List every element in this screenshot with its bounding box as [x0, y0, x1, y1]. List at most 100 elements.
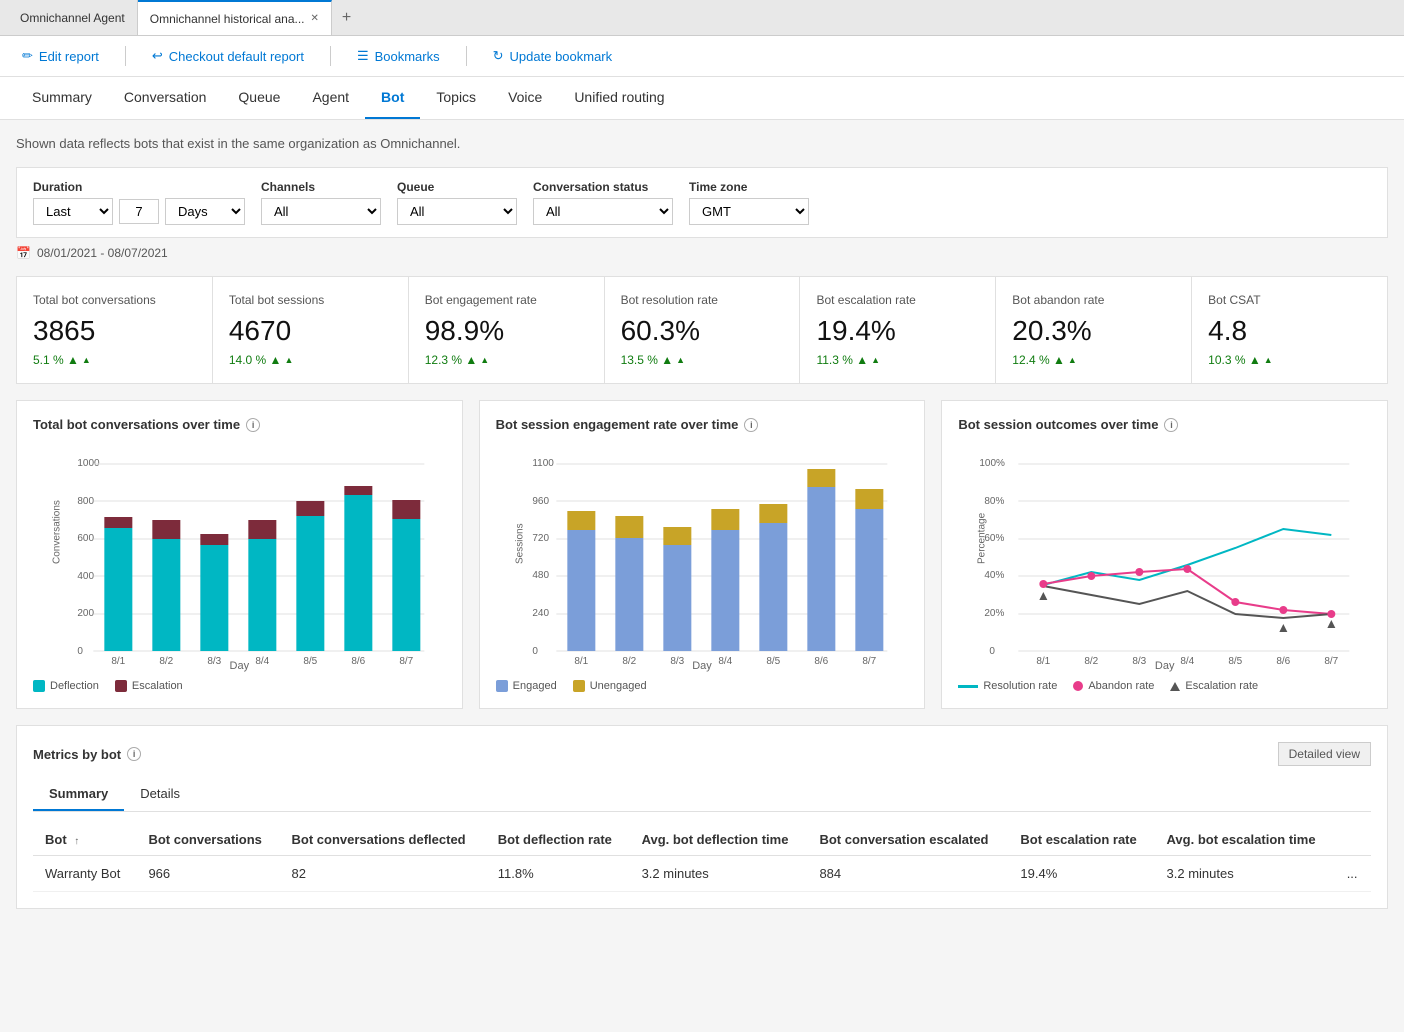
timezone-filter: Time zone GMT	[689, 180, 809, 225]
svg-text:8/1: 8/1	[1037, 656, 1051, 664]
checkout-default-button[interactable]: ↩ Checkout default report	[146, 44, 310, 68]
browser-tab-bar: Omnichannel Agent Omnichannel historical…	[0, 0, 1404, 36]
col-avg-deflection-time[interactable]: Avg. bot deflection time	[630, 824, 808, 856]
toolbar-divider-2	[330, 46, 331, 66]
tab-queue[interactable]: Queue	[222, 77, 296, 119]
cell-deflected: 82	[280, 856, 486, 892]
svg-text:8/3: 8/3	[207, 656, 221, 664]
chart-area: 0 20% 40% 60% 80% 100% Percentage	[958, 444, 1371, 664]
detailed-view-button[interactable]: Detailed view	[1278, 742, 1371, 766]
kpi-row: Total bot conversations 3865 5.1 % ▲ Tot…	[16, 276, 1388, 384]
col-bot-deflection-rate[interactable]: Bot deflection rate	[486, 824, 630, 856]
queue-select[interactable]: All	[397, 198, 517, 225]
svg-text:8/7: 8/7	[399, 656, 413, 664]
tab-voice[interactable]: Voice	[492, 77, 558, 119]
col-bot[interactable]: Bot ↑	[33, 824, 136, 856]
svg-text:800: 800	[77, 496, 94, 507]
col-bot-conversations[interactable]: Bot conversations	[136, 824, 279, 856]
toolbar-divider-1	[125, 46, 126, 66]
legend-escalation: Escalation	[115, 680, 183, 692]
update-bookmark-button[interactable]: ↻ Update bookmark	[487, 44, 619, 68]
svg-text:80%: 80%	[985, 496, 1005, 507]
legend-abandon-rate: Abandon rate	[1073, 680, 1154, 692]
add-tab-button[interactable]: +	[332, 9, 361, 27]
svg-text:0: 0	[77, 646, 83, 657]
col-more	[1335, 824, 1371, 856]
kpi-bot-abandon-rate: Bot abandon rate 20.3% 12.4 % ▲	[996, 277, 1192, 383]
svg-text:8/4: 8/4	[1181, 656, 1195, 664]
chart-area: 0 240 480 720 960 1100 Sessions	[496, 444, 909, 664]
chart-bot-outcomes: Bot session outcomes over time i 0 20% 4…	[941, 400, 1388, 709]
table-tab-details[interactable]: Details	[124, 778, 196, 811]
svg-text:8/4: 8/4	[255, 656, 269, 664]
conv-status-select[interactable]: All	[533, 198, 673, 225]
svg-text:960: 960	[532, 496, 549, 507]
kpi-value: 98.9%	[425, 315, 588, 347]
svg-text:8/7: 8/7	[1325, 656, 1339, 664]
tab-topics[interactable]: Topics	[420, 77, 492, 119]
cell-bot-name: Warranty Bot	[33, 856, 136, 892]
kpi-trend: 13.5 % ▲	[621, 353, 784, 367]
col-avg-escalation-time[interactable]: Avg. bot escalation time	[1155, 824, 1335, 856]
kpi-value: 60.3%	[621, 315, 784, 347]
info-icon[interactable]: i	[127, 747, 141, 761]
info-icon[interactable]: i	[744, 418, 758, 432]
svg-text:8/5: 8/5	[303, 656, 317, 664]
svg-text:40%: 40%	[985, 570, 1005, 581]
abandon-dot	[1073, 681, 1083, 691]
svg-text:20%: 20%	[985, 608, 1005, 619]
tab-agent[interactable]: Agent	[296, 77, 365, 119]
kpi-trend: 12.3 % ▲	[425, 353, 588, 367]
col-bot-conversations-deflected[interactable]: Bot conversations deflected	[280, 824, 486, 856]
tab-omnichannel-historical[interactable]: Omnichannel historical ana... ✕	[138, 0, 332, 35]
duration-value-input[interactable]	[119, 199, 159, 224]
kpi-bot-csat: Bot CSAT 4.8 10.3 % ▲	[1192, 277, 1387, 383]
info-icon[interactable]: i	[246, 418, 260, 432]
duration-unit-select[interactable]: Days	[165, 198, 245, 225]
metrics-table-section: Metrics by bot i Detailed view Summary D…	[16, 725, 1388, 909]
chart-title: Bot session engagement rate over time i	[496, 417, 909, 432]
col-bot-conversation-escalated[interactable]: Bot conversation escalated	[807, 824, 1008, 856]
info-icon[interactable]: i	[1164, 418, 1178, 432]
queue-label: Queue	[397, 180, 517, 194]
engaged-color	[496, 680, 508, 692]
kpi-value: 3865	[33, 315, 196, 347]
svg-text:200: 200	[77, 608, 94, 619]
bookmarks-button[interactable]: ☰ Bookmarks	[351, 44, 446, 68]
resolution-color	[958, 685, 978, 688]
duration-label: Duration	[33, 180, 245, 194]
legend-resolution-rate: Resolution rate	[958, 680, 1057, 692]
tab-summary[interactable]: Summary	[16, 77, 108, 119]
svg-text:8/3: 8/3	[670, 656, 684, 664]
toolbar: ✏ Edit report ↩ Checkout default report …	[0, 36, 1404, 77]
tab-conversation[interactable]: Conversation	[108, 77, 223, 119]
charts-row: Total bot conversations over time i 0 20…	[16, 400, 1388, 709]
cell-more: ...	[1335, 856, 1371, 892]
kpi-value: 20.3%	[1012, 315, 1175, 347]
tab-bot[interactable]: Bot	[365, 77, 420, 119]
channels-select[interactable]: All	[261, 198, 381, 225]
conv-status-filter: Conversation status All	[533, 180, 673, 225]
svg-text:480: 480	[532, 570, 549, 581]
edit-report-button[interactable]: ✏ Edit report	[16, 44, 105, 68]
col-bot-escalation-rate[interactable]: Bot escalation rate	[1008, 824, 1154, 856]
table-title: Metrics by bot i	[33, 747, 141, 762]
svg-text:Sessions: Sessions	[514, 523, 525, 564]
deflection-color	[33, 680, 45, 692]
bookmark-icon: ☰	[357, 48, 369, 64]
date-range: 📅 08/01/2021 - 08/07/2021	[16, 242, 1388, 264]
tab-omnichannel-agent[interactable]: Omnichannel Agent	[8, 0, 138, 35]
kpi-value: 19.4%	[816, 315, 979, 347]
duration-type-select[interactable]: Last	[33, 198, 113, 225]
chart-legend: Resolution rate Abandon rate Escalation …	[958, 680, 1371, 692]
tab-unified-routing[interactable]: Unified routing	[558, 77, 680, 119]
kpi-title: Bot engagement rate	[425, 293, 588, 307]
svg-text:8/7: 8/7	[862, 656, 876, 664]
table-tab-summary[interactable]: Summary	[33, 778, 124, 811]
close-icon[interactable]: ✕	[311, 13, 319, 24]
timezone-select[interactable]: GMT	[689, 198, 809, 225]
chart-title: Total bot conversations over time i	[33, 417, 446, 432]
legend-engaged: Engaged	[496, 680, 557, 692]
chart-bot-conversations: Total bot conversations over time i 0 20…	[16, 400, 463, 709]
svg-text:8/4: 8/4	[718, 656, 732, 664]
